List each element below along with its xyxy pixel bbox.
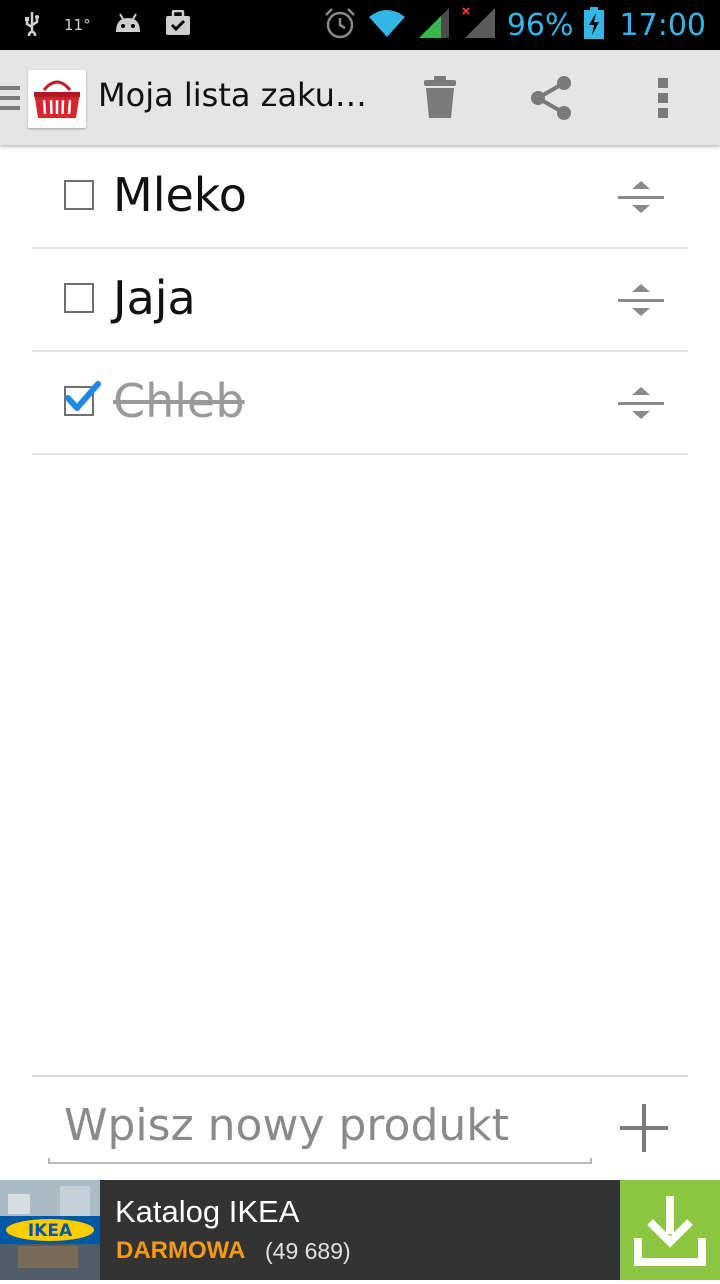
item-label: Mleko <box>113 168 247 222</box>
ad-banner[interactable]: IKEA Katalog IKEA DARMOWA (49 689) <box>0 1180 720 1280</box>
android-icon <box>113 12 143 38</box>
ad-title: Katalog IKEA <box>115 1194 300 1229</box>
list-item[interactable]: Jaja <box>32 249 688 352</box>
ad-app-icon[interactable]: IKEA <box>0 1180 100 1280</box>
add-icon[interactable] <box>612 1096 676 1160</box>
basket-icon[interactable] <box>28 70 86 128</box>
reorder-handle-icon[interactable] <box>618 385 664 421</box>
reorder-handle-icon[interactable] <box>618 282 664 318</box>
download-icon[interactable] <box>620 1180 720 1280</box>
status-bar: 11° 96% 17:00 <box>0 0 720 50</box>
signal-icon <box>417 6 451 44</box>
battery-charging-icon <box>583 7 604 43</box>
trash-icon[interactable] <box>414 72 466 124</box>
list-item[interactable]: Chleb <box>32 352 688 455</box>
ikea-logo: IKEA <box>28 1221 73 1241</box>
check-icon <box>62 378 102 418</box>
alarm-icon <box>323 6 357 44</box>
item-checkbox[interactable] <box>64 283 94 313</box>
item-label: Jaja <box>113 271 196 325</box>
item-checkbox[interactable] <box>64 180 94 210</box>
share-icon[interactable] <box>526 72 578 124</box>
status-left: 11° <box>22 0 191 50</box>
action-bar: Moja lista zaku… <box>0 50 720 145</box>
battery-percent: 96% <box>506 7 574 43</box>
reorder-handle-icon[interactable] <box>618 179 664 215</box>
item-label: Chleb <box>113 374 245 428</box>
list-title: Moja lista zaku… <box>98 76 367 114</box>
ad-rating-count: (49 689) <box>265 1238 351 1264</box>
menu-icon[interactable] <box>0 86 20 110</box>
overflow-icon[interactable] <box>642 72 694 124</box>
status-right: 96% 17:00 <box>323 0 706 50</box>
list-item[interactable]: Mleko <box>32 146 688 249</box>
temperature-text: 11° <box>64 16 91 34</box>
ad-price: DARMOWA <box>116 1237 246 1264</box>
clock-text: 17:00 <box>619 7 706 43</box>
divider <box>32 1075 688 1077</box>
signal-no-sim-icon <box>461 6 497 44</box>
shopping-list: Mleko Jaja Chleb <box>32 146 688 455</box>
briefcase-check-icon <box>165 9 191 40</box>
input-underline <box>48 1158 592 1164</box>
usb-icon <box>22 10 42 40</box>
svg-text:IKEA: IKEA <box>28 1221 73 1241</box>
wifi-icon <box>367 7 407 43</box>
new-item-input[interactable] <box>48 1090 592 1160</box>
